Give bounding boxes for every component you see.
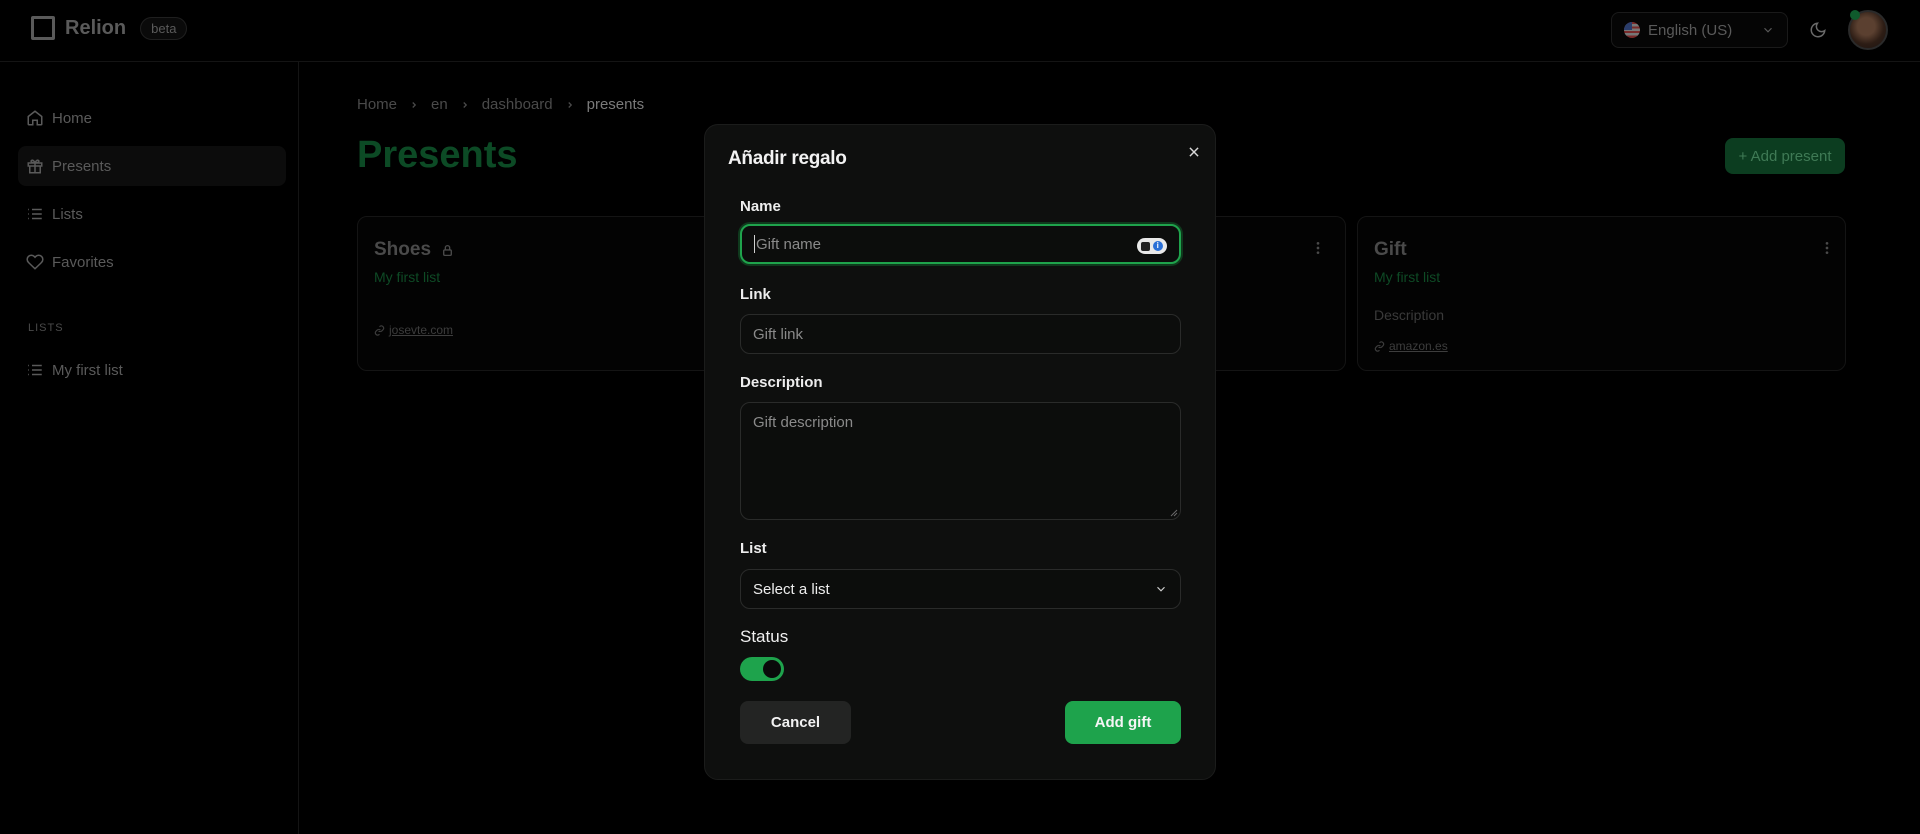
status-toggle[interactable] xyxy=(740,657,784,681)
card-title: Gift xyxy=(1374,239,1407,261)
top-bar: Relion beta English (US) xyxy=(0,0,1920,62)
password-manager-icon[interactable]: i xyxy=(1137,238,1167,254)
add-gift-button[interactable]: Add gift xyxy=(1065,701,1181,744)
chevron-right-icon xyxy=(412,101,417,108)
add-gift-dialog: Añadir regalo Name Gift name i Link Gift… xyxy=(704,124,1216,780)
us-flag-icon xyxy=(1624,22,1640,38)
gift-name-input[interactable]: Gift name i xyxy=(740,224,1181,264)
card-link-text: josevte.com xyxy=(389,323,454,337)
dialog-title: Añadir regalo xyxy=(728,148,847,169)
breadcrumb: Home en dashboard presents xyxy=(357,96,644,113)
card-link-text: amazon.es xyxy=(1389,339,1448,353)
list-icon xyxy=(28,208,42,220)
sidebar-item-presents[interactable]: Presents xyxy=(18,146,286,186)
sidebar-item-favorites[interactable]: Favorites xyxy=(18,242,286,282)
home-icon xyxy=(27,110,43,126)
present-card[interactable]: Shoes My first list josevte.com xyxy=(357,216,747,371)
gift-description-textarea[interactable]: Gift description xyxy=(740,402,1181,520)
brand[interactable]: Relion beta xyxy=(31,16,188,40)
add-present-button[interactable]: + Add present xyxy=(1725,138,1845,174)
link-label: Link xyxy=(740,286,771,303)
list-icon xyxy=(28,364,42,376)
list-select[interactable]: Select a list xyxy=(740,569,1181,609)
chevron-down-icon xyxy=(1764,27,1772,33)
sidebar-item-label: My first list xyxy=(52,361,123,379)
theme-toggle-button[interactable] xyxy=(1800,12,1836,48)
sidebar: Home Presents Lists Favorites LISTS My f… xyxy=(0,62,299,834)
resize-handle-icon[interactable] xyxy=(1170,509,1178,517)
gift-icon xyxy=(27,159,43,174)
language-selector[interactable]: English (US) xyxy=(1611,12,1788,48)
card-list-name[interactable]: My first list xyxy=(374,269,440,285)
list-label: List xyxy=(740,540,767,557)
moon-icon xyxy=(1810,22,1826,38)
link-icon xyxy=(374,324,385,336)
lock-icon xyxy=(1141,241,1151,251)
sidebar-item-label: Home xyxy=(52,109,93,127)
gift-name-placeholder: Gift name xyxy=(756,235,822,253)
beta-badge: beta xyxy=(140,16,188,40)
name-label: Name xyxy=(740,198,781,215)
more-options-icon[interactable] xyxy=(1819,239,1835,257)
sidebar-item-lists[interactable]: Lists xyxy=(18,194,286,234)
breadcrumb-home[interactable]: Home xyxy=(357,96,397,113)
breadcrumb-dashboard[interactable]: dashboard xyxy=(482,96,553,113)
list-select-value: Select a list xyxy=(753,580,830,598)
card-list-name[interactable]: My first list xyxy=(1374,269,1440,285)
close-icon xyxy=(1189,147,1199,157)
present-card[interactable]: Gift My first list Description amazon.es xyxy=(1357,216,1846,371)
page-title: Presents xyxy=(357,134,518,176)
text-caret xyxy=(754,235,755,253)
lists-section-label: LISTS xyxy=(28,322,64,334)
card-title: Shoes xyxy=(374,239,454,261)
gift-link-placeholder: Gift link xyxy=(753,325,804,343)
online-indicator xyxy=(1850,10,1860,20)
sidebar-item-label: Lists xyxy=(52,205,83,223)
chevron-right-icon xyxy=(567,101,572,108)
card-description: Description xyxy=(1374,307,1445,323)
more-options-icon[interactable] xyxy=(1310,239,1326,257)
breadcrumb-en[interactable]: en xyxy=(431,96,448,113)
card-link[interactable]: amazon.es xyxy=(1374,339,1448,353)
gift-description-placeholder: Gift description xyxy=(753,414,854,431)
card-title-text: Shoes xyxy=(374,239,432,260)
language-label: English (US) xyxy=(1648,21,1733,39)
info-icon: i xyxy=(1152,241,1163,251)
chevron-right-icon xyxy=(463,101,467,108)
logo-icon xyxy=(31,16,55,40)
heart-icon xyxy=(26,254,44,270)
brand-name: Relion xyxy=(65,16,127,39)
link-icon xyxy=(1374,340,1385,352)
sidebar-item-label: Presents xyxy=(52,157,112,175)
gift-link-input[interactable]: Gift link xyxy=(740,314,1181,354)
sidebar-item-my-first-list[interactable]: My first list xyxy=(18,350,286,390)
toggle-knob xyxy=(763,660,781,678)
description-label: Description xyxy=(740,374,823,391)
sidebar-item-label: Favorites xyxy=(52,253,114,271)
card-link[interactable]: josevte.com xyxy=(374,323,453,337)
status-label: Status xyxy=(740,627,789,646)
chevron-down-icon xyxy=(1157,586,1165,592)
breadcrumb-current: presents xyxy=(586,96,645,113)
lock-icon xyxy=(443,244,452,256)
close-button[interactable] xyxy=(1184,142,1204,162)
card-title-text: Gift xyxy=(1374,239,1407,260)
sidebar-item-home[interactable]: Home xyxy=(18,98,286,138)
cancel-button[interactable]: Cancel xyxy=(740,701,851,744)
